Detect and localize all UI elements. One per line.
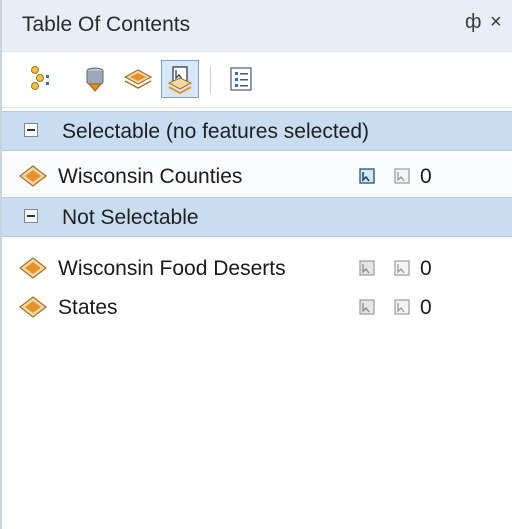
- title-bar: Table Of Contents ф ×: [2, 0, 512, 52]
- group-label: Not Selectable: [62, 206, 199, 229]
- toc-toolbar: [2, 52, 512, 108]
- collapse-toggle[interactable]: [24, 123, 38, 137]
- list-by-source-icon: [86, 67, 104, 92]
- layer-icon: [19, 165, 47, 187]
- select-features-icon[interactable]: [394, 168, 410, 184]
- options-icon: [230, 67, 252, 91]
- group-header-not-selectable[interactable]: Not Selectable: [2, 197, 512, 237]
- select-features-icon[interactable]: [394, 299, 410, 315]
- group-label: Selectable (no features selected): [62, 120, 370, 143]
- list-by-selection-icon: [167, 66, 193, 94]
- table-of-contents-panel: Table Of Contents ф × Selectable (no fea…: [0, 0, 512, 529]
- toggle-selectable-icon[interactable]: [359, 299, 375, 315]
- layer-row-wisconsin-counties[interactable]: Wisconsin Counties 0: [2, 157, 512, 195]
- list-by-drawing-order-icon: [31, 66, 49, 90]
- select-features-icon[interactable]: [394, 260, 410, 276]
- list-by-source-button[interactable]: [76, 60, 114, 98]
- toggle-selectable-icon[interactable]: [359, 260, 375, 276]
- list-by-visibility-icon: [123, 69, 153, 89]
- options-button[interactable]: [222, 60, 260, 98]
- toolbar-separator: [210, 66, 211, 94]
- layer-icon: [19, 257, 47, 279]
- group-header-selectable[interactable]: Selectable (no features selected): [2, 111, 512, 151]
- pin-icon[interactable]: ф: [465, 10, 481, 34]
- layer-icon: [19, 296, 47, 318]
- layer-name: States: [58, 296, 118, 319]
- list-by-selection-button[interactable]: [161, 60, 199, 98]
- list-by-visibility-button[interactable]: [119, 60, 157, 98]
- close-icon[interactable]: ×: [490, 10, 502, 34]
- toggle-selectable-icon[interactable]: [359, 168, 375, 184]
- layer-name: Wisconsin Food Deserts: [58, 257, 286, 280]
- layer-name: Wisconsin Counties: [58, 165, 243, 188]
- layer-row-wisconsin-food-deserts[interactable]: Wisconsin Food Deserts 0: [2, 249, 512, 287]
- panel-title: Table Of Contents: [22, 13, 191, 36]
- selected-count: 0: [420, 257, 432, 280]
- selected-count: 0: [420, 165, 432, 188]
- list-by-drawing-order-button[interactable]: [24, 60, 62, 98]
- collapse-toggle[interactable]: [24, 209, 38, 223]
- layer-row-states[interactable]: States 0: [2, 288, 512, 326]
- selected-count: 0: [420, 296, 432, 319]
